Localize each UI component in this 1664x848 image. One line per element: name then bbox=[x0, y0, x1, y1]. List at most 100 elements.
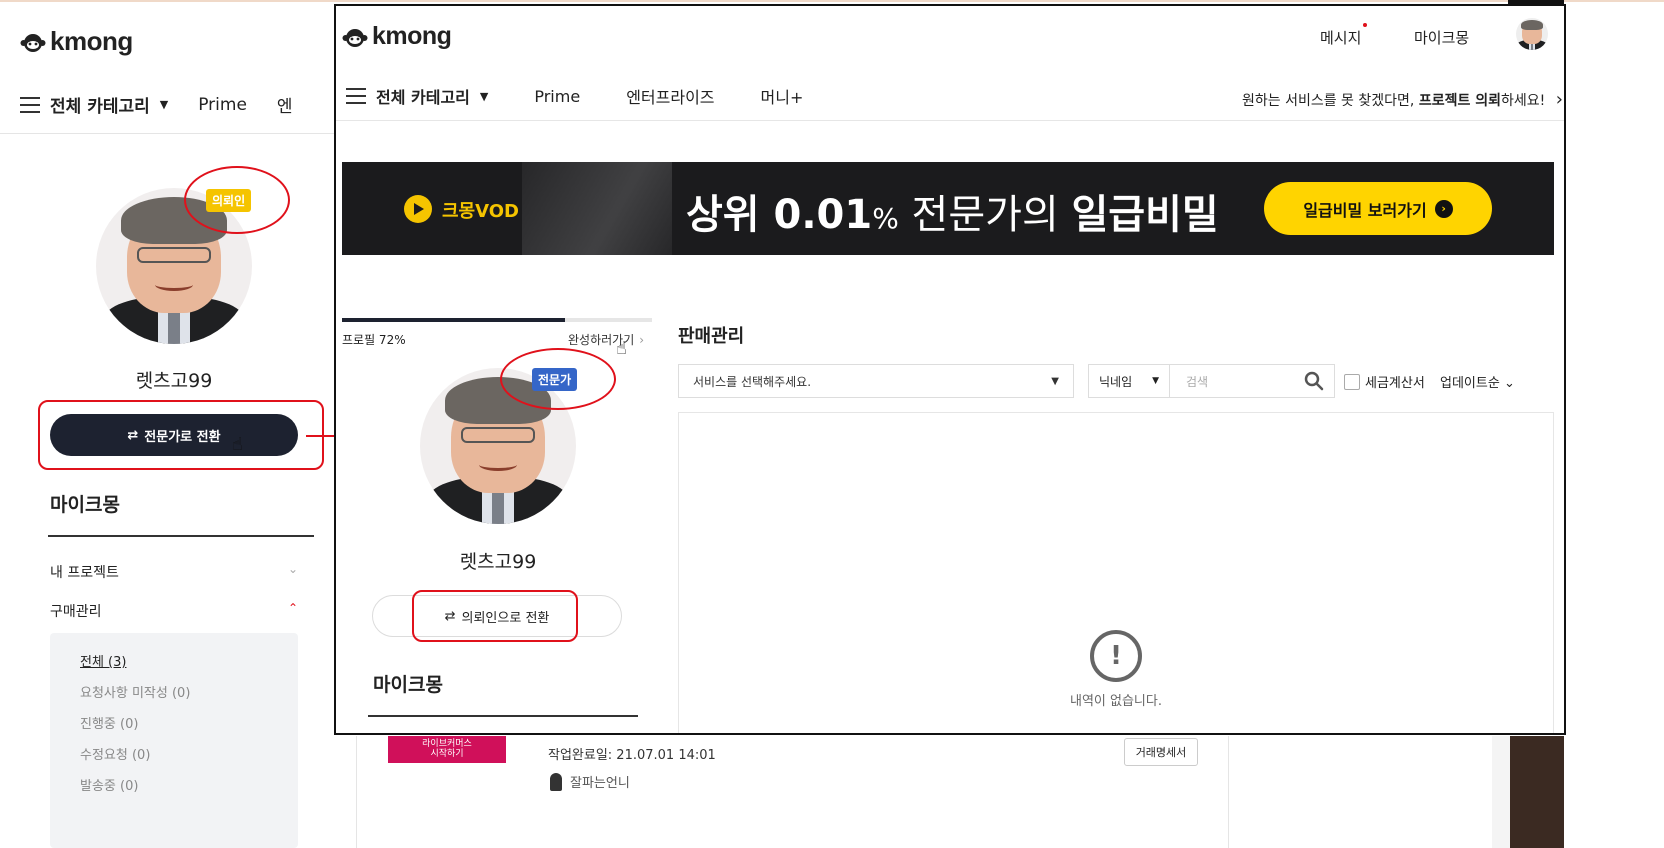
thumb-line-2: 시작하기 bbox=[430, 748, 464, 759]
caret-down-icon: ▼ bbox=[1152, 376, 1159, 386]
banner-cta-button[interactable]: 일급비밀 보러가기 › bbox=[1264, 182, 1492, 235]
chevron-right-icon: › bbox=[1434, 199, 1453, 218]
nav-prime[interactable]: Prime bbox=[534, 87, 580, 106]
background-nav: 전체 카테고리 ▼ Prime 엔 bbox=[20, 92, 293, 117]
screen: kmong 전체 카테고리 ▼ Prime 엔 의뢰인 렛츠고99 ⇄ 전문가로… bbox=[0, 0, 1664, 848]
cta-prefix: 원하는 서비스를 못 찾겠다면, bbox=[1242, 93, 1419, 109]
chevron-up-icon: ⌃ bbox=[287, 601, 298, 615]
annotation-circle-client-badge bbox=[184, 166, 290, 234]
right-gutter bbox=[1492, 736, 1510, 848]
logo-text: kmong bbox=[50, 26, 133, 56]
popup-my-kmong-title: 마이크몽 bbox=[373, 674, 443, 696]
hand-cursor-icon: ☝ bbox=[616, 338, 627, 359]
username: 렛츠고99 bbox=[135, 370, 213, 392]
chevron-right-icon: › bbox=[1555, 89, 1563, 110]
invoice-button[interactable]: 거래명세서 bbox=[1124, 738, 1198, 766]
header-divider bbox=[0, 133, 334, 134]
popup-hamburger-icon bbox=[346, 88, 366, 104]
submenu-revision[interactable]: 수정요청 (0) bbox=[80, 744, 150, 763]
cta-bold: 프로젝트 의뢰 bbox=[1418, 93, 1501, 109]
section-divider bbox=[48, 535, 314, 537]
search-input[interactable]: 검색 bbox=[1169, 364, 1335, 398]
seller[interactable]: 잘파는언니 bbox=[550, 772, 630, 791]
sort-dropdown[interactable]: 업데이트순 ⌄ bbox=[1440, 372, 1515, 391]
right-edge-dark bbox=[1510, 736, 1564, 848]
popup-username: 렛츠고99 bbox=[459, 551, 537, 573]
tax-invoice-checkbox[interactable] bbox=[1344, 373, 1360, 390]
nav-enterprise[interactable]: 엔터프라이즈 bbox=[626, 84, 714, 108]
headline-part-1: 상위 0.01 bbox=[686, 192, 873, 238]
vod-banner[interactable]: 크몽VOD 상위 0.01% 전문가의 일급비밀 일급비밀 보러가기 › bbox=[342, 162, 1554, 255]
popup-all-categories-menu[interactable]: 전체 카테고리 ▼ bbox=[346, 84, 488, 108]
popup-all-categories-label: 전체 카테고리 bbox=[376, 88, 470, 107]
search-icon[interactable] bbox=[1304, 371, 1324, 391]
annotation-box-switch-button bbox=[38, 400, 324, 470]
empty-message: 내역이 없습니다. bbox=[1070, 694, 1162, 709]
hand-cursor-icon: ☝ bbox=[232, 434, 243, 455]
order-thumbnail[interactable]: 라이브커머스 시작하기 bbox=[388, 736, 506, 763]
popup-caret-down-icon: ▼ bbox=[479, 89, 489, 103]
profile-progress-bar bbox=[342, 318, 652, 322]
submenu-shipping[interactable]: 발송중 (0) bbox=[80, 775, 138, 794]
tax-invoice-label: 세금계산서 bbox=[1365, 376, 1425, 391]
popup-kmong-logo-icon bbox=[342, 28, 368, 47]
menu-purchase-management[interactable]: 구매관리 ⌃ bbox=[50, 601, 298, 621]
seller-avatar-icon bbox=[550, 772, 562, 791]
service-select-placeholder: 서비스를 선택해주세요. bbox=[693, 374, 812, 389]
kmong-logo[interactable]: kmong bbox=[20, 26, 133, 57]
nickname-select-label: 닉네임 bbox=[1099, 374, 1133, 389]
service-select[interactable]: 서비스를 선택해주세요. ▼ bbox=[678, 364, 1074, 398]
headline-part-2: 전문가의 bbox=[898, 192, 1072, 238]
sales-management-title: 판매관리 bbox=[678, 326, 745, 347]
all-categories-menu[interactable]: 전체 카테고리 ▼ bbox=[20, 92, 168, 117]
nav-enterprise-partial[interactable]: 엔 bbox=[277, 92, 293, 117]
caret-down-icon: ▼ bbox=[159, 98, 169, 111]
annotation-circle-expert-badge bbox=[500, 348, 616, 410]
all-categories-label: 전체 카테고리 bbox=[50, 97, 150, 117]
kmong-logo-icon bbox=[20, 33, 46, 52]
sales-list-area bbox=[678, 412, 1554, 733]
popup-kmong-logo[interactable]: kmong bbox=[342, 22, 452, 51]
menu-purchase-label: 구매관리 bbox=[50, 604, 102, 620]
nickname-select[interactable]: 닉네임 ▼ bbox=[1088, 364, 1170, 398]
popup-header-divider bbox=[336, 120, 1564, 121]
tax-invoice-filter[interactable]: 세금계산서 bbox=[1344, 372, 1425, 391]
chevron-right-icon: › bbox=[639, 332, 645, 347]
submenu-request-pending[interactable]: 요청사항 미작성 (0) bbox=[80, 682, 190, 701]
profile-progress-fill bbox=[342, 318, 566, 322]
headline-percent: % bbox=[872, 202, 899, 235]
chevron-down-icon: ⌄ bbox=[1503, 376, 1515, 391]
submenu-all[interactable]: 전체 (3) bbox=[80, 651, 126, 670]
annotation-box-client-button bbox=[412, 590, 578, 642]
window-top-edge bbox=[0, 0, 1664, 2]
nav-prime[interactable]: Prime bbox=[198, 95, 247, 115]
headline-part-3: 일급비밀 bbox=[1071, 192, 1219, 238]
messages-link[interactable]: 메시지 bbox=[1320, 27, 1361, 48]
complete-profile-link[interactable]: 완성하러가기 › bbox=[568, 331, 644, 348]
popup-section-divider bbox=[368, 715, 638, 717]
search-placeholder: 검색 bbox=[1186, 374, 1209, 389]
cta-suffix: 하세요! bbox=[1500, 93, 1546, 109]
my-kmong-link[interactable]: 마이크몽 bbox=[1414, 27, 1469, 48]
hamburger-icon bbox=[20, 96, 40, 113]
project-request-cta[interactable]: 원하는 서비스를 못 찾겠다면, 프로젝트 의뢰하세요! › bbox=[1242, 89, 1563, 110]
completion-date: 작업완료일: 21.07.01 14:01 bbox=[548, 748, 716, 763]
menu-my-projects-label: 내 프로젝트 bbox=[50, 565, 119, 581]
submenu-in-progress[interactable]: 진행중 (0) bbox=[80, 713, 138, 732]
order-card bbox=[356, 736, 1492, 848]
user-avatar[interactable] bbox=[1516, 18, 1548, 50]
play-icon bbox=[404, 195, 432, 223]
exclamation-icon: ! bbox=[1090, 630, 1142, 682]
my-kmong-title: 마이크몽 bbox=[50, 494, 120, 516]
popup-logo-text: kmong bbox=[372, 22, 452, 50]
vod-label: 크몽VOD bbox=[442, 201, 519, 222]
notification-dot-icon bbox=[1363, 23, 1367, 27]
banner-cta-label: 일급비밀 보러가기 bbox=[1303, 200, 1427, 220]
caret-down-icon: ▼ bbox=[1051, 375, 1059, 387]
expert-mode-window: kmong 메시지 마이크몽 전체 카테고리 ▼ Prime 엔터프라이즈 머니… bbox=[334, 4, 1566, 735]
nav-money-plus[interactable]: 머니+ bbox=[761, 84, 804, 108]
sort-label: 업데이트순 bbox=[1440, 376, 1500, 391]
menu-my-projects[interactable]: 내 프로젝트 ⌄ bbox=[50, 562, 298, 582]
chevron-down-icon: ⌄ bbox=[287, 562, 298, 576]
order-card-divider bbox=[1228, 736, 1229, 848]
